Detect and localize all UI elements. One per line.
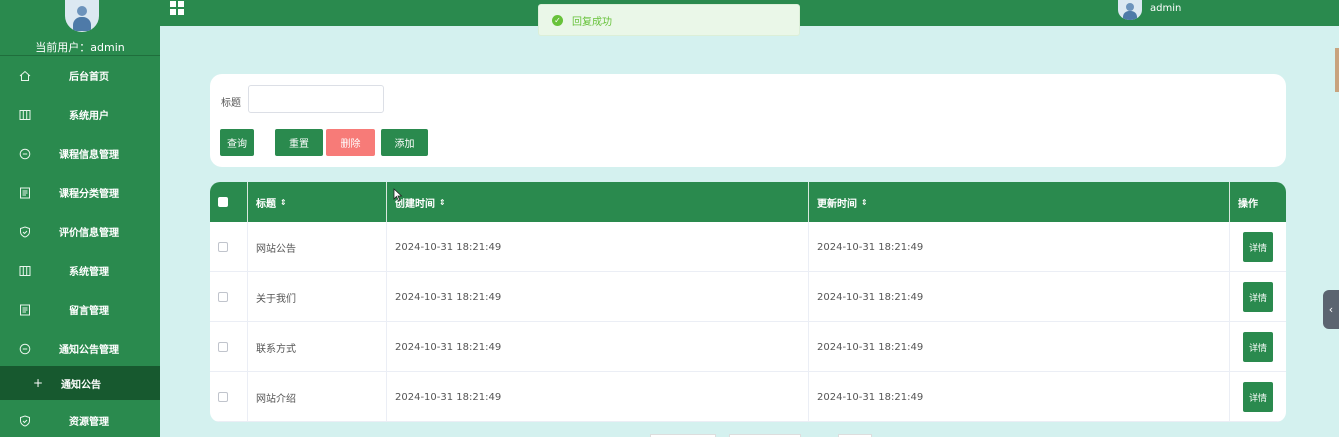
actions-cell: 详情 — [1230, 322, 1286, 372]
table-row[interactable]: 联系方式 2024-10-31 18:21:49 2024-10-31 18:2… — [210, 322, 1286, 372]
row-checkbox[interactable] — [218, 242, 228, 252]
detail-button[interactable]: 详情 — [1243, 232, 1273, 262]
created-cell: 2024-10-31 18:21:49 — [387, 272, 809, 322]
sidebar-item-course-category[interactable]: 课程分类管理 — [0, 173, 160, 212]
sidebar-item-system-users[interactable]: 系统用户 — [0, 95, 160, 134]
title-cell: 网站公告 — [248, 222, 387, 272]
delete-button[interactable]: 删除 — [326, 129, 375, 156]
created-cell: 2024-10-31 18:21:49 — [387, 222, 809, 272]
updated-cell: 2024-10-31 18:21:49 — [809, 322, 1230, 372]
sidebar-item-messages[interactable]: 留言管理 — [0, 290, 160, 329]
check-circle-icon: ✓ — [552, 14, 563, 26]
side-panel-handle[interactable] — [1335, 48, 1339, 92]
title-filter-input[interactable] — [248, 85, 384, 113]
row-checkbox[interactable] — [218, 342, 228, 352]
detail-button[interactable]: 详情 — [1243, 332, 1273, 362]
sidebar-item-course-info[interactable]: 课程信息管理 — [0, 134, 160, 173]
mouse-cursor-icon — [393, 188, 403, 202]
select-all-checkbox[interactable] — [218, 197, 228, 207]
success-toast: ✓ 回复成功 — [538, 4, 800, 36]
sidebar-item-label: 通知公告 — [61, 379, 101, 391]
actions-cell: 详情 — [1230, 272, 1286, 322]
search-panel: 标题 查询 重置 删除 添加 — [210, 74, 1286, 167]
table-header: 标题 ⇕ 创建时间 ⇕ 更新时间 ⇕ 操作 — [210, 182, 1286, 222]
actions-cell: 详情 — [1230, 222, 1286, 272]
column-header-updated[interactable]: 更新时间 ⇕ — [809, 182, 1230, 222]
updated-cell: 2024-10-31 18:21:49 — [809, 372, 1230, 422]
sidebar-header: 当前用户：admin — [0, 0, 160, 56]
row-checkbox[interactable] — [218, 392, 228, 402]
detail-button[interactable]: 详情 — [1243, 382, 1273, 412]
updated-cell: 2024-10-31 18:21:49 — [809, 222, 1230, 272]
column-header-created[interactable]: 创建时间 ⇕ — [387, 182, 809, 222]
avatar[interactable] — [65, 0, 99, 32]
sidebar-item-label: 课程信息管理 — [59, 150, 119, 161]
row-select-cell — [210, 222, 248, 272]
sort-icon[interactable]: ⇕ — [280, 198, 287, 207]
select-all-cell — [210, 182, 248, 222]
column-header-label: 更新时间 — [817, 198, 857, 210]
grid-menu-icon[interactable] — [170, 1, 184, 15]
sidebar-item-label: 系统管理 — [69, 267, 109, 278]
toast-message: 回复成功 — [572, 16, 612, 28]
column-header-label: 操作 — [1238, 198, 1258, 210]
sidebar-item-evaluation[interactable]: 评价信息管理 — [0, 212, 160, 251]
created-cell: 2024-10-31 18:21:49 — [387, 372, 809, 422]
current-user-label: 当前用户：admin — [35, 41, 125, 54]
actions-cell: 详情 — [1230, 372, 1286, 422]
sidebar-subitem-notice[interactable]: + 通知公告 — [0, 366, 160, 400]
sort-icon[interactable]: ⇕ — [439, 198, 446, 207]
reset-button[interactable]: 重置 — [275, 129, 323, 156]
sidebar-item-label: 通知公告管理 — [59, 345, 119, 356]
column-header-label: 标题 — [256, 198, 276, 210]
avatar[interactable] — [1118, 0, 1142, 20]
sidebar-item-label: 课程分类管理 — [59, 189, 119, 200]
sort-icon[interactable]: ⇕ — [861, 198, 868, 207]
sidebar: 当前用户：admin 后台首页 系统用户 课程信息管理 课程分类管理 评价信息管… — [0, 0, 160, 437]
column-header-actions: 操作 — [1230, 182, 1286, 222]
table-row[interactable]: 网站公告 2024-10-31 18:21:49 2024-10-31 18:2… — [210, 222, 1286, 272]
collapse-panel-tab[interactable]: ‹ — [1323, 290, 1339, 329]
sidebar-item-home[interactable]: 后台首页 — [0, 56, 160, 95]
title-cell: 网站介绍 — [248, 372, 387, 422]
sidebar-item-label: 留言管理 — [69, 306, 109, 317]
updated-cell: 2024-10-31 18:21:49 — [809, 272, 1230, 322]
sidebar-item-system-manage[interactable]: 系统管理 — [0, 251, 160, 290]
detail-button[interactable]: 详情 — [1243, 282, 1273, 312]
sidebar-item-label: 系统用户 — [69, 111, 109, 122]
title-cell: 联系方式 — [248, 322, 387, 372]
sidebar-item-notice-manage[interactable]: 通知公告管理 — [0, 329, 160, 368]
query-button[interactable]: 查询 — [220, 129, 254, 156]
title-cell: 关于我们 — [248, 272, 387, 322]
title-filter-label: 标题 — [221, 98, 241, 109]
column-header-title[interactable]: 标题 ⇕ — [248, 182, 387, 222]
table-row[interactable]: 关于我们 2024-10-31 18:21:49 2024-10-31 18:2… — [210, 272, 1286, 322]
sidebar-item-label: 评价信息管理 — [59, 228, 119, 239]
row-select-cell — [210, 372, 248, 422]
notice-table: 标题 ⇕ 创建时间 ⇕ 更新时间 ⇕ 操作 网站公告 2024-10-31 18:21… — [210, 182, 1286, 422]
plus-icon: + — [33, 376, 44, 390]
chevron-left-icon: ‹ — [1328, 303, 1334, 316]
row-select-cell — [210, 272, 248, 322]
sidebar-item-label: 资源管理 — [69, 417, 109, 428]
created-cell: 2024-10-31 18:21:49 — [387, 322, 809, 372]
sidebar-item-label: 后台首页 — [69, 72, 109, 83]
add-button[interactable]: 添加 — [381, 129, 428, 156]
sidebar-item-resources[interactable]: 资源管理 — [0, 401, 160, 437]
top-username[interactable]: admin — [1150, 3, 1181, 14]
table-row[interactable]: 网站介绍 2024-10-31 18:21:49 2024-10-31 18:2… — [210, 372, 1286, 422]
row-checkbox[interactable] — [218, 292, 228, 302]
row-select-cell — [210, 322, 248, 372]
